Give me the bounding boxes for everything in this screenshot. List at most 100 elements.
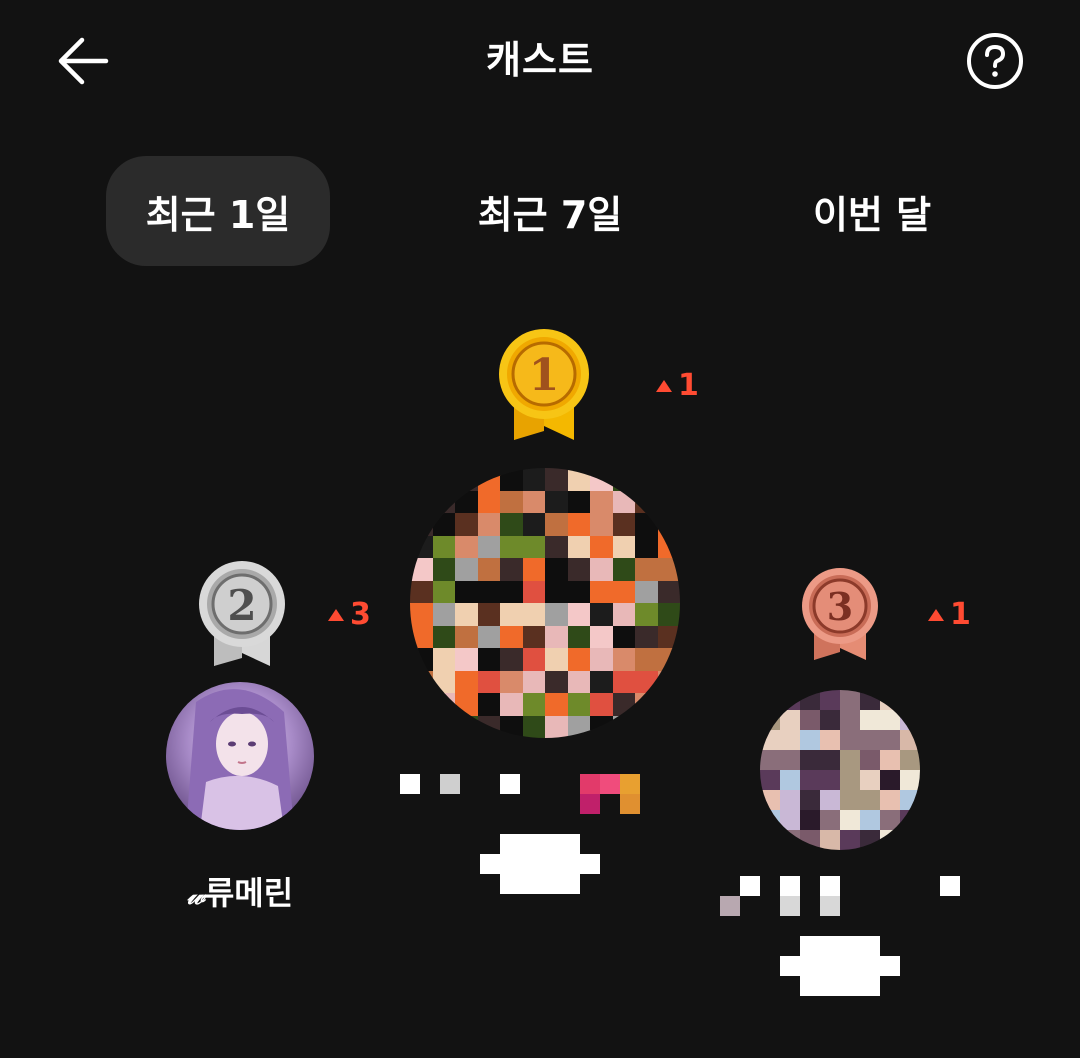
censor-block (820, 896, 840, 916)
mosaic-pixel (840, 810, 860, 830)
censor-block (580, 794, 600, 814)
mosaic-pixel (432, 625, 456, 649)
mosaic-pixel (567, 625, 591, 649)
mosaic-pixel (635, 535, 658, 559)
mosaic-pixel (612, 603, 636, 626)
mosaic-pixel (567, 535, 591, 559)
mosaic-pixel (657, 535, 680, 559)
mosaic-pixel (900, 770, 920, 790)
help-button[interactable] (964, 30, 1026, 92)
mosaic-pixel (545, 625, 568, 649)
censor-block (500, 834, 580, 854)
mosaic-pixel (410, 468, 433, 491)
censor-block (600, 774, 620, 794)
mosaic-pixel (860, 710, 880, 730)
mosaic-pixel (455, 670, 478, 694)
mosaic-pixel (860, 810, 880, 830)
mosaic-pixel (410, 603, 433, 626)
mosaic-pixel (590, 693, 613, 716)
mosaic-pixel (477, 715, 501, 738)
mosaic-pixel (840, 730, 860, 750)
mosaic-pixel (760, 690, 780, 710)
mosaic-pixel (522, 603, 546, 626)
mosaic-pixel (455, 715, 478, 738)
mosaic-pixel (900, 790, 920, 810)
mosaic-pixel (410, 535, 433, 559)
mosaic-pixel (760, 750, 780, 770)
censor-block (500, 874, 580, 894)
mosaic-pixel (657, 715, 680, 738)
question-circle-icon (967, 33, 1023, 89)
mosaic-pixel (522, 625, 546, 649)
mosaic-pixel (567, 513, 591, 536)
mosaic-pixel (432, 715, 456, 738)
mosaic-pixel (500, 625, 523, 649)
mosaic-pixel (840, 690, 860, 710)
mosaic-pixel (840, 830, 860, 850)
mosaic-pixel (522, 513, 546, 536)
mosaic-pixel (612, 625, 636, 649)
censor-block (740, 876, 760, 896)
mosaic-pixel (522, 580, 546, 604)
mosaic-pixel (657, 603, 680, 626)
mosaic-pixel (800, 730, 820, 750)
mosaic-pixel (780, 710, 800, 730)
medal-number: 3 (827, 584, 853, 629)
avatar-rank-1[interactable] (410, 468, 680, 738)
mosaic-pixel (522, 715, 546, 738)
mosaic-pixel (522, 558, 546, 581)
avatar-rank-3[interactable] (760, 690, 920, 850)
mosaic-pixel (780, 830, 800, 850)
mosaic-pixel (410, 580, 433, 604)
mosaic-pixel (455, 603, 478, 626)
mosaic-pixel (612, 693, 636, 716)
mosaic-pixel (635, 558, 658, 581)
mosaic-pixel (500, 670, 523, 694)
mosaic-pixel (590, 490, 613, 514)
mosaic-pixel (477, 490, 501, 514)
mosaic-pixel (590, 535, 613, 559)
mosaic-pixel (545, 558, 568, 581)
mosaic-pixel (880, 790, 900, 810)
mosaic-pixel (567, 648, 591, 671)
censor-block (800, 976, 880, 996)
mosaic-pixel (635, 625, 658, 649)
mosaic-pixel (410, 490, 433, 514)
triangle-up-icon (656, 380, 672, 392)
mosaic-pixel (410, 648, 433, 671)
censor-block (780, 956, 900, 976)
mosaic-pixel (657, 490, 680, 514)
mosaic-pixel (455, 625, 478, 649)
censor-block (440, 774, 460, 794)
tab-recent-7-days[interactable]: 최근 7일 (440, 156, 660, 266)
triangle-up-icon (928, 609, 944, 621)
mosaic-pixel (500, 693, 523, 716)
mosaic-pixel (820, 770, 840, 790)
mosaic-pixel (522, 648, 546, 671)
mosaic-pixel (880, 770, 900, 790)
mosaic-pixel (410, 558, 433, 581)
mosaic-pixel (612, 648, 636, 671)
mosaic-pixel (432, 535, 456, 559)
censor-block (500, 774, 520, 794)
mosaic-pixel (780, 730, 800, 750)
mosaic-pixel (780, 690, 800, 710)
tab-this-month[interactable]: 이번 달 (760, 156, 984, 266)
mosaic-pixel (477, 625, 501, 649)
mosaic-pixel (780, 770, 800, 790)
avatar-rank-2[interactable] (166, 682, 314, 830)
mosaic-pixel (477, 558, 501, 581)
mosaic-pixel (545, 580, 568, 604)
mosaic-pixel (820, 810, 840, 830)
mosaic-pixel (635, 693, 658, 716)
mosaic-pixel (860, 730, 880, 750)
mosaic-pixel (590, 468, 613, 491)
mosaic-pixel (410, 693, 433, 716)
nickname-rank-2[interactable]: 𝓌류메린 (150, 868, 330, 914)
censor-block (780, 896, 800, 916)
mosaic-pixel (590, 670, 613, 694)
mosaic-pixel (500, 490, 523, 514)
mosaic-pixel (567, 715, 591, 738)
mosaic-pixel (860, 790, 880, 810)
tab-recent-1-day[interactable]: 최근 1일 (106, 156, 330, 266)
